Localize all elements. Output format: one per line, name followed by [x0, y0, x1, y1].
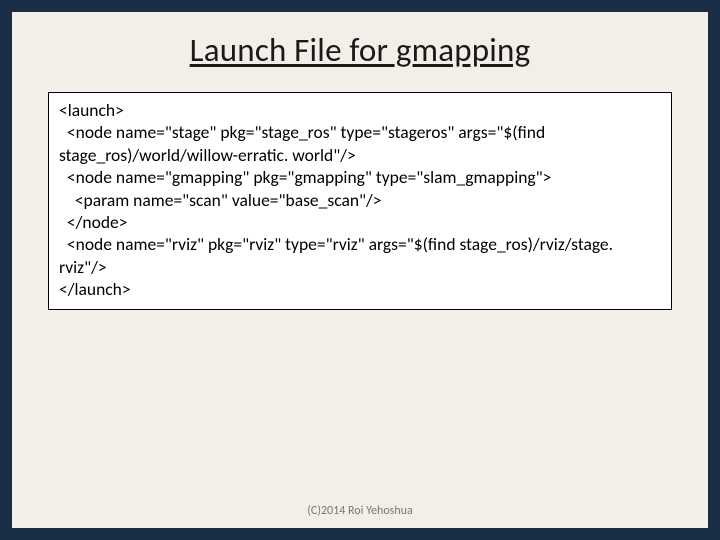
code-block: <launch> <node name="stage" pkg="stage_r… [48, 92, 672, 310]
slide: Launch File for gmapping <launch> <node … [12, 12, 708, 528]
slide-title: Launch File for gmapping [42, 30, 678, 70]
footer-copyright: (C)2014 Roi Yehoshua [12, 504, 708, 518]
